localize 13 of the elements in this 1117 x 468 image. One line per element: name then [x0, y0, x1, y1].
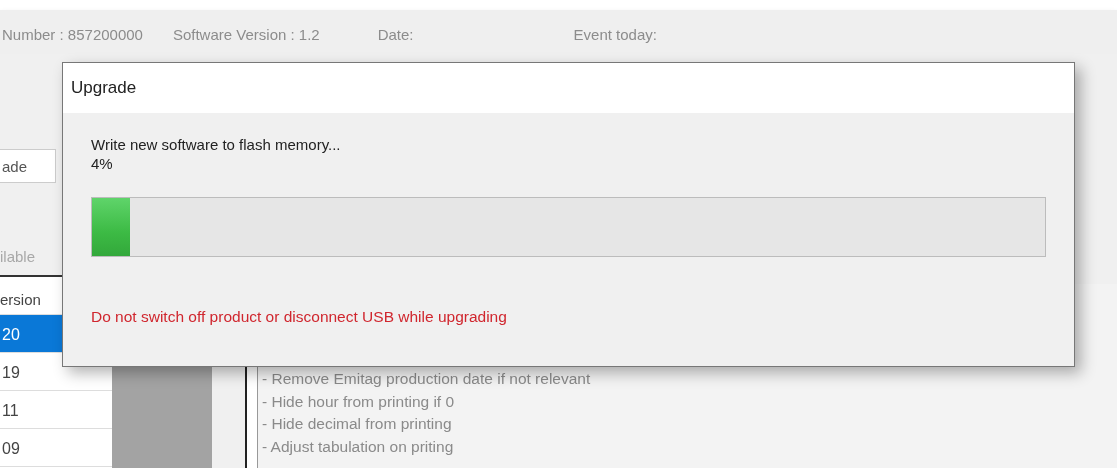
note-line: - Remove Emitag production date if not relevant	[262, 369, 592, 389]
section-label: ilable	[0, 247, 37, 267]
header-field: Number : 857200000	[2, 24, 143, 54]
header-field: Software Version : 1.2	[172, 24, 320, 54]
header-field: Date:	[377, 24, 414, 54]
dialog-title: Upgrade	[63, 63, 1074, 113]
note-line: - Adjust tabulation on priting	[262, 436, 455, 457]
progress-percent: 4%	[91, 154, 114, 173]
status-message: Write new software to flash memory...	[91, 135, 342, 154]
header-field: Event today:	[573, 24, 657, 54]
tab[interactable]: ade	[0, 149, 56, 183]
note-line: - Hide decimal from printing	[262, 414, 453, 434]
note-line: - Hide hour from printing if 0	[262, 391, 456, 412]
